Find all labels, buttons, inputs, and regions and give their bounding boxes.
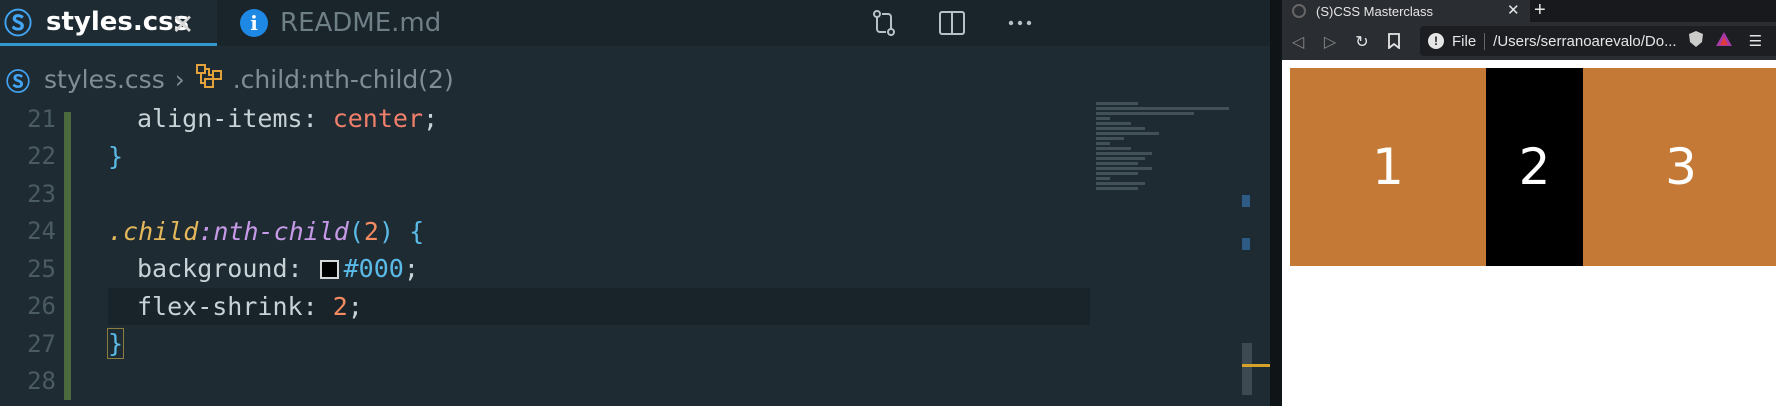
line-number: 28 [27,367,56,396]
breadcrumb-symbol[interactable]: .child:nth-child(2) [233,65,454,94]
line-number: 23 [27,179,56,208]
chevron-right-icon: › [174,64,185,94]
close-icon[interactable]: ✕ [171,8,194,41]
line-number: 26 [27,292,56,321]
line-number: 22 [27,142,56,171]
browser-window: (S)CSS Masterclass ✕ + ◁ ▷ ↻ ! File /Use… [1282,0,1776,406]
code-editor: Ⓢ styles.css ✕ i README.md Ⓢ styles.css … [0,0,1270,406]
code-line[interactable]: 21 align-items: center; [0,100,1100,138]
brave-rewards-icon[interactable] [1715,30,1733,52]
tab-label: README.md [280,8,442,38]
line-number: 27 [27,329,56,358]
code-text: align-items: center; [137,104,439,134]
forward-icon[interactable]: ▷ [1314,22,1346,60]
tab-label: styles.css [46,6,190,37]
globe-icon [1292,4,1306,18]
code-text: background: #000; [137,254,419,284]
flex-child-1: 1 [1290,68,1486,266]
url-scheme: File [1452,32,1486,50]
child-label: 3 [1665,138,1697,196]
code-text: .child:nth-child(2) { [108,216,425,246]
browser-tab[interactable]: (S)CSS Masterclass ✕ [1282,0,1530,22]
window-divider [1270,0,1282,406]
code-line[interactable]: 25 background: #000; [0,250,1100,288]
line-number: 24 [27,217,56,246]
browser-toolbar: ◁ ▷ ↻ ! File /Users/serranoarevalo/Do...… [1282,22,1776,60]
address-bar[interactable]: ! File /Users/serranoarevalo/Do... ☰ [1420,26,1776,56]
editor-actions [850,6,1054,40]
code-text: } [108,141,124,171]
line-number: 21 [27,104,56,133]
reload-icon[interactable]: ↻ [1346,22,1378,60]
line-number: 25 [27,254,56,283]
flex-container: 1 2 3 [1290,68,1776,266]
code-line[interactable]: 23 [0,175,1100,213]
code-line[interactable]: 28 [0,363,1100,401]
breadcrumb-file[interactable]: styles.css [44,65,165,94]
code-line-current[interactable]: 26 flex-shrink: 2; [0,287,1100,326]
close-icon[interactable]: ✕ [1507,1,1520,19]
split-editor-icon[interactable] [935,6,969,40]
url-path: /Users/serranoarevalo/Do... [1493,32,1677,50]
not-secure-icon[interactable]: ! [1428,33,1444,49]
code-line[interactable]: 22 } [0,138,1100,176]
code-line[interactable]: 27 } [0,325,1100,363]
bookmark-icon[interactable] [1378,22,1410,60]
child-label: 1 [1372,138,1404,196]
brave-shield-icon[interactable] [1687,30,1705,52]
flex-child-3: 3 [1583,68,1776,266]
css3-icon: Ⓢ [6,67,30,96]
code-text: flex-shrink: 2; [137,291,363,321]
flex-child-2: 2 [1486,68,1583,266]
browser-tab-title: (S)CSS Masterclass [1316,3,1434,19]
menu-icon[interactable]: ☰ [1749,32,1762,50]
new-tab-icon[interactable]: + [1534,0,1546,22]
back-icon[interactable]: ◁ [1282,22,1314,60]
symbol-class-icon [195,63,225,95]
code-line[interactable]: 24 .child:nth-child(2) { [0,213,1100,251]
breadcrumb: Ⓢ styles.css › .child:nth-child(2) [0,62,454,96]
info-icon: i [240,9,268,37]
css3-icon: Ⓢ [4,6,33,40]
vertical-scrollbar[interactable] [1242,100,1270,406]
code-area[interactable]: 21 align-items: center; 22 } 23 24 .chil… [0,100,1100,400]
code-text: } [106,328,125,360]
tab-readme-md[interactable]: i README.md [240,0,441,46]
child-label: 2 [1518,138,1551,196]
minimap[interactable] [1096,102,1236,212]
editor-tab-bar: Ⓢ styles.css ✕ i README.md [0,0,1270,46]
more-actions-icon[interactable] [1003,6,1037,40]
browser-tab-bar: (S)CSS Masterclass ✕ + [1282,0,1776,22]
tab-styles-css[interactable]: Ⓢ styles.css ✕ [0,0,217,46]
source-control-compare-icon[interactable] [867,6,901,40]
color-swatch[interactable] [319,260,339,280]
